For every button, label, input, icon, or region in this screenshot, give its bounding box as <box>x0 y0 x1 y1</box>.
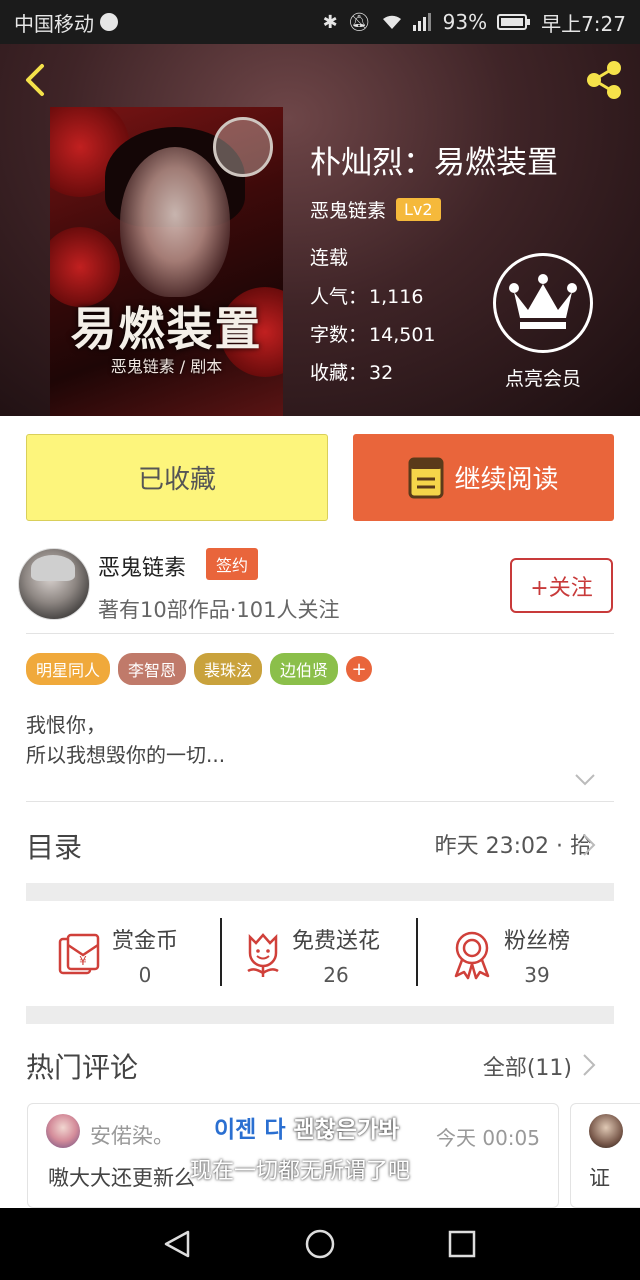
signed-badge: 签约 <box>206 548 259 580</box>
back-arrow-icon[interactable] <box>18 62 54 98</box>
author-name[interactable]: 恶鬼链素 <box>98 550 186 582</box>
divider <box>26 633 614 634</box>
author-avatar[interactable] <box>18 548 90 620</box>
word-count-value: 14,501 <box>369 324 436 346</box>
red-envelope-icon: ¥ <box>58 933 100 975</box>
continue-reading-label: 继续阅读 <box>454 465 559 495</box>
comment-text: 证 <box>589 1166 610 1190</box>
globe-icon <box>100 13 118 31</box>
word-count-label: 字数： <box>310 324 368 346</box>
tag-item[interactable]: 李智恩 <box>118 653 187 685</box>
chevron-right-icon[interactable] <box>582 1053 596 1077</box>
nav-back-icon[interactable] <box>162 1228 194 1260</box>
divider <box>416 918 418 986</box>
comment-text: 嗷大大还更新么 <box>48 1166 195 1190</box>
book-intro: 我恨你， 所以我想毁你的一切... <box>26 710 225 770</box>
author-level-badge: Lv2 <box>396 198 441 221</box>
chevron-down-icon[interactable] <box>574 773 596 787</box>
status-bar: 中国移动 ✱ 🔕︎ 93% 早上7:27 <box>0 0 640 44</box>
follow-button[interactable]: +关注 <box>510 558 613 613</box>
comment-time: 今天 00:05 <box>436 1126 540 1150</box>
avatar-hair <box>31 555 75 581</box>
vip-label[interactable]: 点亮会员 <box>480 364 606 391</box>
tag-list: 明星同人 李智恩 裴珠泫 边伯贤 + <box>26 653 373 685</box>
intro-line: 我恨你， <box>26 713 106 737</box>
reward-value: 0 <box>138 963 152 987</box>
author-stats: 著有10部作品·101人关注 <box>98 598 340 622</box>
nav-home-icon[interactable] <box>304 1228 336 1260</box>
divider <box>26 801 614 802</box>
vip-button[interactable] <box>493 253 593 353</box>
intro-line: 所以我想毁你的一切... <box>26 743 226 767</box>
reward-label: 粉丝榜 <box>504 929 571 954</box>
book-favorites: 收藏： 32 <box>310 358 393 385</box>
commenter-avatar[interactable] <box>589 1114 623 1148</box>
book-cover[interactable]: 易燃装置 恶鬼链素 / 剧本 <box>50 107 283 416</box>
medal-icon <box>454 931 490 980</box>
favorites-value: 32 <box>369 362 394 384</box>
cover-figure <box>120 147 230 297</box>
lyric-overlay-korean: 이젠 다 괜찮은가봐 <box>214 1110 399 1144</box>
chevron-right-icon[interactable] <box>582 833 596 857</box>
reward-coins[interactable]: ¥ 赏金币 0 <box>56 920 178 990</box>
toc-title[interactable]: 目录 <box>26 826 82 866</box>
battery-percent: 93% <box>442 10 488 34</box>
lyric-overlay-chinese: 现在一切都无所谓了吧 <box>190 1159 411 1184</box>
favorites-label: 收藏： <box>310 362 368 384</box>
book-author-row: 恶鬼链素 Lv2 <box>310 196 441 223</box>
tag-item[interactable]: 边伯贤 <box>270 653 339 685</box>
continue-reading-button[interactable]: 继续阅读 <box>353 434 614 521</box>
section-separator <box>26 883 614 901</box>
reward-fans-ranking[interactable]: 粉丝榜 39 <box>450 920 570 990</box>
reward-label: 赏金币 <box>112 929 179 954</box>
tag-item[interactable]: 明星同人 <box>26 653 111 685</box>
lyric-rest: 괜찮은가봐 <box>285 1117 400 1143</box>
cover-title: 易燃装置 <box>70 302 263 356</box>
section-separator <box>26 1006 614 1024</box>
book-author[interactable]: 恶鬼链素 <box>310 196 386 223</box>
battery-icon <box>497 14 531 30</box>
svg-text:¥: ¥ <box>79 954 87 968</box>
popularity-label: 人气： <box>310 286 368 308</box>
share-icon[interactable] <box>582 58 626 102</box>
book-header-banner: 易燃装置 恶鬼链素 / 剧本 朴灿烈：易燃装置 恶鬼链素 Lv2 连载 人气： 1… <box>0 44 640 416</box>
hot-comments-title: 热门评论 <box>26 1051 139 1084</box>
all-comments-link[interactable]: 全部(11) <box>483 1050 572 1082</box>
carrier-label: 中国移动 <box>14 11 94 36</box>
clock: 早上7:27 <box>541 11 626 36</box>
toc-latest-update[interactable]: 昨天 23:02 · 拾 <box>435 828 592 860</box>
book-word-count: 字数： 14,501 <box>310 320 436 347</box>
content-area <box>0 416 640 1208</box>
collected-button[interactable]: 已收藏 <box>26 434 328 521</box>
lyric-highlight: 이젠 다 <box>214 1117 286 1143</box>
cover-clock-decoration <box>213 117 273 177</box>
book-status: 连载 <box>310 247 349 269</box>
reward-value: 26 <box>323 963 349 987</box>
nav-recents-icon[interactable] <box>446 1228 478 1260</box>
mute-icon: 🔕︎ <box>347 11 371 33</box>
crown-icon <box>509 274 577 329</box>
divider <box>220 918 222 986</box>
signal-icon <box>412 13 431 31</box>
popularity-value: 1,116 <box>369 286 424 308</box>
commenter-name[interactable]: 安偌染。 <box>90 1120 174 1150</box>
tag-item[interactable]: 裴珠泫 <box>194 653 263 685</box>
reward-value: 39 <box>524 963 550 987</box>
commenter-avatar[interactable] <box>46 1114 80 1148</box>
add-tag-button[interactable]: + <box>346 656 373 682</box>
book-popularity: 人气： 1,116 <box>310 282 423 309</box>
wifi-icon <box>382 15 401 29</box>
reward-flowers[interactable]: 免费送花 26 <box>242 920 380 990</box>
book-icon <box>408 457 444 498</box>
system-nav-bar <box>0 1208 640 1280</box>
cover-subtitle: 恶鬼链素 / 剧本 <box>110 357 223 376</box>
comment-card[interactable]: 证 <box>570 1103 640 1208</box>
flower-icon <box>247 933 279 977</box>
book-title: 朴灿烈：易燃装置 <box>310 145 558 181</box>
bluetooth-icon: ✱ <box>322 11 338 33</box>
reward-label: 免费送花 <box>292 929 381 954</box>
